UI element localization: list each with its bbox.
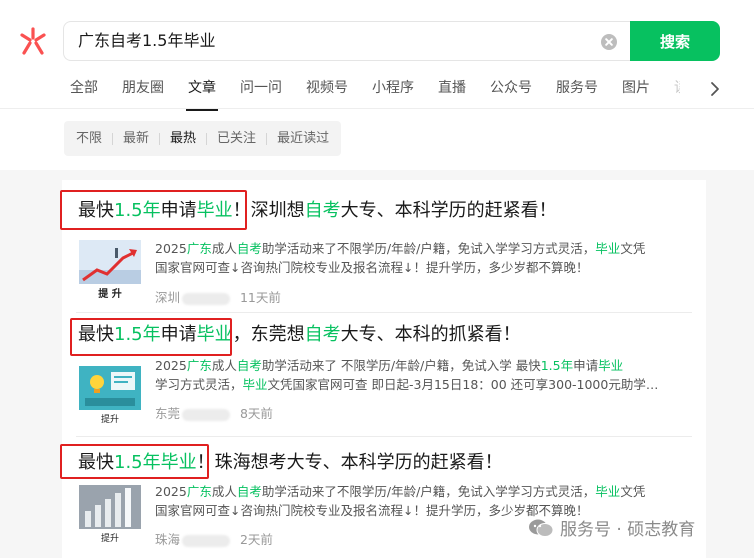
article-time: 2天前 <box>239 532 273 547</box>
article-result[interactable]: 最快1.5年申请毕业，东莞想自考大专、本科的抓紧看！ 提升 2025广东成人自考… <box>62 313 706 437</box>
article-meta: 东莞 8天前 <box>155 403 273 422</box>
tab-moments[interactable]: 朋友圈 <box>110 70 176 110</box>
watermark: 服务号 · 硕志教育 <box>528 515 695 540</box>
article-source[interactable]: 深圳 <box>155 290 180 305</box>
category-tabs: 全部 朋友圈 文章 问一问 视频号 小程序 直播 公众号 服务号 图片 读 <box>58 70 680 111</box>
redacted-name <box>182 292 231 305</box>
article-source[interactable]: 东莞 <box>155 406 180 421</box>
thumbnail-caption: 提升 <box>100 415 119 425</box>
top-bar: 搜索 全部 朋友圈 文章 问一问 视频号 小程序 直播 公众号 服务号 图片 读… <box>0 0 754 170</box>
filter-latest[interactable]: 最新 <box>113 121 159 156</box>
tab-live[interactable]: 直播 <box>426 70 478 110</box>
article-source[interactable]: 珠海 <box>155 532 180 547</box>
article-thumbnail[interactable]: 提 升 <box>79 240 141 300</box>
search-box <box>63 21 631 61</box>
tab-images[interactable]: 图片 <box>610 70 662 110</box>
filter-recently-read[interactable]: 最近读过 <box>267 121 339 156</box>
filter-hottest[interactable]: 最热 <box>160 121 206 156</box>
chevron-right-icon[interactable] <box>706 80 724 98</box>
wechat-icon <box>529 519 554 537</box>
tab-ask[interactable]: 问一问 <box>228 70 294 110</box>
tab-all[interactable]: 全部 <box>58 70 110 110</box>
redacted-name <box>182 534 231 547</box>
search-input[interactable] <box>78 22 578 60</box>
search-button[interactable]: 搜索 <box>630 21 720 61</box>
wechat-search-logo-icon[interactable] <box>18 26 48 56</box>
highlight-box <box>70 318 232 356</box>
article-time: 8天前 <box>239 406 273 421</box>
watermark-text: 服务号 · 硕志教育 <box>560 520 696 540</box>
tab-service-accounts[interactable]: 服务号 <box>544 70 610 110</box>
tab-articles[interactable]: 文章 <box>176 70 228 111</box>
highlight-box <box>60 444 209 479</box>
tab-mini-programs[interactable]: 小程序 <box>360 70 426 110</box>
highlight-box <box>60 190 247 230</box>
tab-official-accounts[interactable]: 公众号 <box>478 70 544 110</box>
search-results: 最快1.5年申请毕业！深圳想自考大专、本科学历的赶紧看！ 提 升 2025广东成… <box>0 170 754 558</box>
article-thumbnail[interactable]: 提升 <box>79 366 141 426</box>
clear-icon[interactable] <box>601 34 617 50</box>
filter-followed[interactable]: 已关注 <box>207 121 266 156</box>
tabs-divider <box>0 108 754 109</box>
filter-any[interactable]: 不限 <box>66 121 112 156</box>
tab-reading[interactable]: 读 <box>662 70 680 110</box>
article-snippet: 2025广东成人自考助学活动来了 不限学历/年龄/户籍，免试入学 最快1.5年申… <box>155 358 659 392</box>
article-snippet: 2025广东成人自考助学活动来了不限学历/年龄/户籍，免试入学学习方式灵活，毕业… <box>155 241 646 275</box>
article-meta: 珠海 2天前 <box>155 529 273 548</box>
thumbnail-caption: 提升 <box>100 534 119 544</box>
tab-channels[interactable]: 视频号 <box>294 70 360 110</box>
article-result[interactable]: 最快1.5年申请毕业！深圳想自考大专、本科学历的赶紧看！ 提 升 2025广东成… <box>60 180 706 313</box>
article-time: 11天前 <box>239 290 281 305</box>
redacted-name <box>182 408 231 421</box>
article-meta: 深圳 11天前 <box>155 287 281 306</box>
thumbnail-caption: 提 升 <box>98 289 122 300</box>
sort-filters: 不限 最新 最热 已关注 最近读过 <box>64 121 342 156</box>
article-thumbnail[interactable]: 提升 <box>79 485 141 545</box>
